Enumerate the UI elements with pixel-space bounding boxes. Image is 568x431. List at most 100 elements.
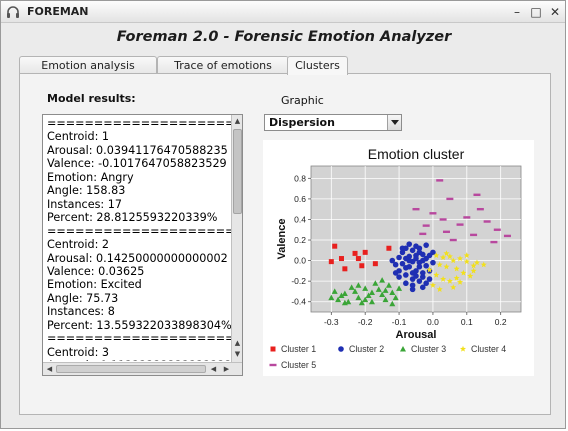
y-tick-label: 0.6 xyxy=(294,194,306,204)
maximize-button[interactable]: □ xyxy=(528,4,544,20)
legend-label-cluster-1: Cluster 1 xyxy=(281,344,316,354)
arrow-up-icon[interactable]: ▲ xyxy=(232,116,242,126)
legend-label-cluster-3: Cluster 3 xyxy=(411,344,446,354)
result-line: Emotion: Angry xyxy=(47,170,134,184)
result-line: Centroid: 1 xyxy=(47,130,110,144)
cluster-5-point xyxy=(446,197,454,201)
result-line: ============================ xyxy=(47,117,233,130)
horizontal-scroll-thumb[interactable] xyxy=(56,365,206,373)
y-axis-label: Valence xyxy=(276,219,288,260)
cluster-2-point xyxy=(406,241,413,247)
legend-label-cluster-2: Cluster 2 xyxy=(349,344,384,354)
cluster-5-point xyxy=(470,233,478,237)
vertical-scrollbar[interactable]: ▲ ▲ ▼ xyxy=(231,115,242,362)
cluster-5-point xyxy=(490,240,498,244)
result-line: Percent: 13.559322033898304% xyxy=(47,318,232,332)
result-line: ============================ xyxy=(47,332,233,346)
chart-title: Emotion cluster xyxy=(368,146,465,162)
result-line: Arousal: -0.11222222222222222 xyxy=(47,359,233,361)
result-line: Instances: 17 xyxy=(47,197,122,211)
cluster-5-point xyxy=(422,224,430,227)
close-button[interactable]: ✕ xyxy=(547,4,563,20)
cluster-2-point xyxy=(403,255,409,262)
cluster-2-point xyxy=(419,257,426,264)
y-tick-label: 0.4 xyxy=(294,214,306,224)
arrow-down-icon[interactable]: ▼ xyxy=(232,349,242,359)
vertical-scroll-thumb[interactable] xyxy=(233,129,242,214)
cluster-1-point xyxy=(338,256,344,262)
x-tick-label: 0.0 xyxy=(427,317,439,327)
result-line: ============================ xyxy=(47,224,233,238)
graphic-select[interactable]: Dispersion xyxy=(264,114,402,131)
minimize-button[interactable]: – xyxy=(509,4,525,20)
cluster-5-point xyxy=(503,234,511,238)
cluster-5-point xyxy=(449,238,457,242)
tab-trace-of-emotions[interactable]: Trace of emotions xyxy=(157,56,289,74)
cluster-5-point xyxy=(456,223,464,226)
y-tick-label: 0.2 xyxy=(294,235,306,245)
cluster-5-point xyxy=(476,207,484,211)
result-line: Angle: 158.83 xyxy=(47,184,126,198)
arrow-up-icon[interactable]: ▲ xyxy=(232,338,242,348)
cluster-2-point xyxy=(430,259,436,266)
x-tick-label: -0.1 xyxy=(392,317,407,327)
arrow-right-icon[interactable]: ▶ xyxy=(221,364,232,374)
cluster-1-point xyxy=(355,256,361,262)
cluster-5-point xyxy=(439,218,447,221)
y-tick-label: 0.8 xyxy=(294,173,306,183)
arrow-left-icon[interactable]: ◀ xyxy=(44,364,55,374)
y-tick-label: -0.4 xyxy=(291,297,306,307)
model-results-text: ============================Centroid: 1A… xyxy=(47,117,233,361)
cluster-2-point xyxy=(413,255,419,262)
cluster-5-point xyxy=(442,230,450,234)
cluster-2-point xyxy=(403,280,409,287)
dropdown-button[interactable] xyxy=(387,115,401,130)
x-axis-label: Arousal xyxy=(396,329,437,341)
result-line: Percent: 28.8125593220339% xyxy=(47,211,218,225)
result-line: Arousal: 0.14250000000000002 xyxy=(47,251,228,265)
cluster-2-point xyxy=(419,274,426,280)
title-bar[interactable]: FOREMAN – □ ✕ xyxy=(1,1,565,23)
cluster-2-point xyxy=(423,242,429,248)
x-tick-label: -0.2 xyxy=(358,317,373,327)
cluster-2-point xyxy=(430,249,436,256)
cluster-1-point xyxy=(342,266,348,272)
cluster-5-point xyxy=(463,216,471,219)
result-line: Centroid: 2 xyxy=(47,238,110,252)
cluster-2-point xyxy=(423,280,429,287)
tab-clusters[interactable]: Clusters xyxy=(287,56,348,75)
result-line: Instances: 8 xyxy=(47,305,115,319)
legend-label-cluster-5: Cluster 5 xyxy=(281,360,316,370)
x-tick-label: -0.3 xyxy=(324,317,339,327)
cluster-5-point xyxy=(419,232,427,236)
x-tick-label: 0.1 xyxy=(461,317,473,327)
result-line: Arousal: 0.03941176470588235 xyxy=(47,143,228,157)
cluster-2-point xyxy=(416,249,423,256)
cluster-5-point xyxy=(493,228,501,231)
legend-label-cluster-4: Cluster 4 xyxy=(471,344,506,354)
legend-marker-2 xyxy=(338,346,344,352)
model-results-textarea[interactable]: ============================Centroid: 1A… xyxy=(42,114,243,376)
cluster-5-point xyxy=(473,193,481,196)
result-line: Angle: 75.73 xyxy=(47,291,119,305)
emotion-cluster-chart: Emotion cluster -0.3 -0.2 -0.1 0.0 0.1 0.2 0.8 0… xyxy=(269,146,522,370)
cluster-2-point xyxy=(403,264,409,271)
horizontal-scrollbar[interactable]: ◀ ◀ ▶ xyxy=(43,362,242,375)
cluster-1-point xyxy=(332,243,338,249)
cluster-2-point xyxy=(409,282,416,289)
tab-emotion-analysis[interactable]: Emotion analysis xyxy=(19,56,157,74)
cluster-2-point xyxy=(413,243,419,249)
legend-marker-1 xyxy=(270,346,276,352)
graphic-label: Graphic xyxy=(281,94,324,107)
model-results-label: Model results: xyxy=(47,92,136,105)
cluster-2-point xyxy=(399,245,406,252)
cluster-1-point xyxy=(362,249,368,255)
headphones-icon xyxy=(7,6,19,18)
result-line: Centroid: 3 xyxy=(47,345,110,359)
cluster-2-point xyxy=(389,257,396,264)
cluster-2-point xyxy=(403,272,409,278)
chart-container: Emotion cluster -0.3 -0.2 -0.1 0.0 0.1 0.2 0.8 0… xyxy=(263,140,534,376)
arrow-left-icon[interactable]: ◀ xyxy=(208,364,219,374)
result-line: Valence: 0.03625 xyxy=(47,264,145,278)
cluster-5-point xyxy=(412,207,420,211)
